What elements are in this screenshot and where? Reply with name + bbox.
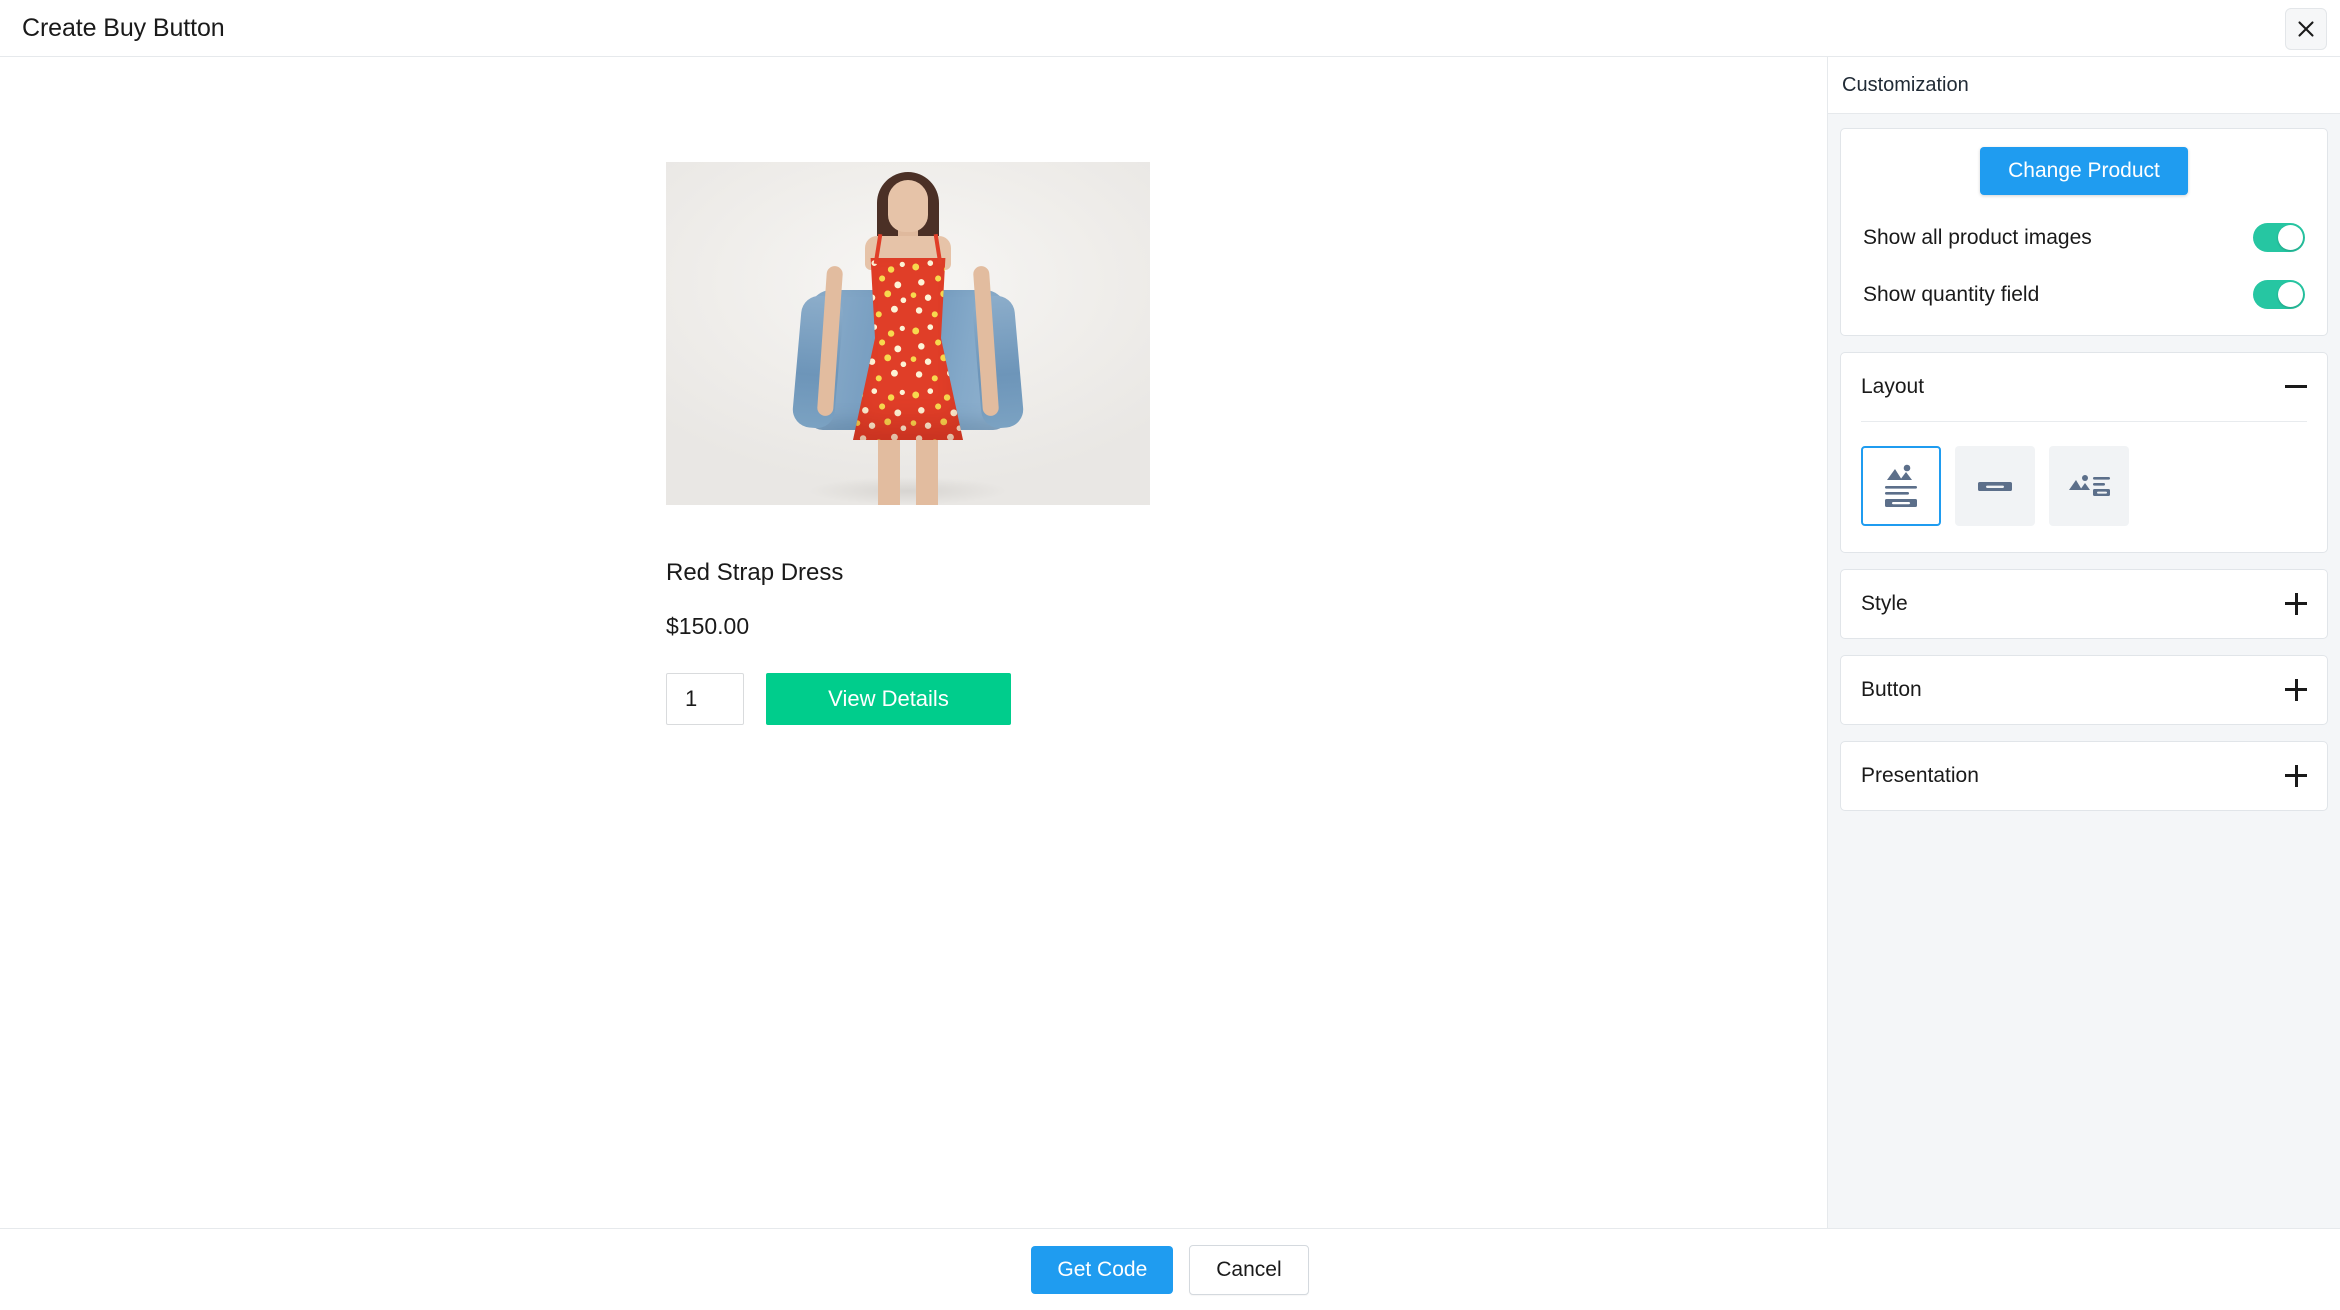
create-buy-button-modal: Create Buy Button Red Strap Dress $150.0… bbox=[0, 0, 2340, 1310]
section-header-style[interactable]: Style bbox=[1841, 570, 2327, 638]
product-title: Red Strap Dress bbox=[666, 559, 844, 586]
product-actions: View Details bbox=[666, 673, 1156, 726]
layout-option-vertical-centered[interactable] bbox=[1861, 446, 1941, 526]
setting-label: Show all product images bbox=[1863, 225, 2092, 249]
layout-option-horizontal[interactable] bbox=[2049, 446, 2129, 526]
product-image bbox=[666, 162, 1150, 505]
product-card: Red Strap Dress $150.00 View Details bbox=[666, 162, 1156, 726]
plus-icon bbox=[2285, 593, 2307, 615]
preview-pane: Red Strap Dress $150.00 View Details bbox=[0, 57, 1828, 1228]
setting-label: Show quantity field bbox=[1863, 282, 2040, 306]
get-code-button[interactable]: Get Code bbox=[1031, 1245, 1174, 1294]
layout-option-button-only[interactable] bbox=[1955, 446, 2035, 526]
cancel-button[interactable]: Cancel bbox=[1189, 1244, 1309, 1295]
section-header-layout[interactable]: Layout bbox=[1841, 353, 2327, 421]
close-button[interactable] bbox=[2285, 8, 2327, 50]
toggle-knob bbox=[2278, 225, 2303, 250]
customization-title: Customization bbox=[1842, 73, 1969, 96]
section-header-button[interactable]: Button bbox=[1841, 656, 2327, 724]
section-card-layout: Layout bbox=[1840, 352, 2328, 553]
toggle-show-quantity-field[interactable] bbox=[2253, 280, 2305, 309]
setting-row-show-all-product-images: Show all product images bbox=[1861, 223, 2307, 252]
toggle-knob bbox=[2278, 282, 2303, 307]
page-title: Create Buy Button bbox=[22, 13, 225, 42]
layout-options bbox=[1841, 422, 2327, 552]
section-card-style: Style bbox=[1840, 569, 2328, 639]
product-price: $150.00 bbox=[666, 612, 750, 639]
change-product-row: Change Product bbox=[1861, 147, 2307, 195]
section-card-button: Button bbox=[1840, 655, 2328, 725]
customization-scroll-area[interactable]: Change Product Show all product images S… bbox=[1828, 114, 2340, 1228]
section-header-presentation[interactable]: Presentation bbox=[1841, 742, 2327, 810]
modal-footer: Get Code Cancel bbox=[0, 1228, 2340, 1310]
customization-header: Customization bbox=[1828, 57, 2340, 114]
view-details-button[interactable]: View Details bbox=[766, 673, 1011, 726]
section-title: Layout bbox=[1861, 375, 1925, 398]
quantity-input[interactable] bbox=[666, 673, 744, 726]
change-product-button[interactable]: Change Product bbox=[1980, 147, 2188, 195]
setting-row-show-quantity-field: Show quantity field bbox=[1861, 280, 2307, 309]
plus-icon bbox=[2285, 679, 2307, 701]
section-title: Presentation bbox=[1861, 764, 1979, 787]
modal-body: Red Strap Dress $150.00 View Details Cus… bbox=[0, 57, 2340, 1228]
minus-icon bbox=[2285, 376, 2307, 398]
section-title: Button bbox=[1861, 678, 1922, 701]
product-settings-card: Change Product Show all product images S… bbox=[1840, 128, 2328, 336]
customization-pane: Customization Change Product Show all pr… bbox=[1828, 57, 2340, 1228]
section-title: Style bbox=[1861, 592, 1908, 615]
modal-header: Create Buy Button bbox=[0, 0, 2340, 57]
close-icon bbox=[2297, 20, 2315, 38]
section-card-presentation: Presentation bbox=[1840, 741, 2328, 811]
plus-icon bbox=[2285, 765, 2307, 787]
toggle-show-all-product-images[interactable] bbox=[2253, 223, 2305, 252]
